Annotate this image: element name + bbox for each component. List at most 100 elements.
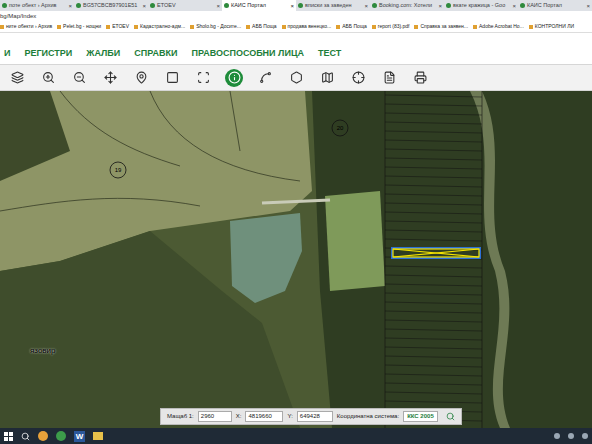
bookmark-icon [0,25,4,29]
menu-item[interactable]: РЕГИСТРИ [24,49,72,58]
toolbar-button[interactable] [287,69,305,87]
menu-item[interactable]: ТЕСТ [318,49,341,58]
search-icon[interactable] [21,432,30,441]
toolbar-button[interactable] [101,69,119,87]
tray-icon[interactable] [582,433,588,439]
toolbar-button[interactable] [132,69,150,87]
browser-tab[interactable]: вкате кражица - Goo× [444,0,518,11]
tab-close[interactable]: × [586,3,590,9]
bookmark[interactable]: ните обекти › Архив [0,24,52,29]
toolbar-button[interactable] [8,69,26,87]
chrome-icon[interactable] [56,431,66,441]
tab-close[interactable]: × [216,3,220,9]
layers-icon [11,71,24,84]
coordinate-bar: Мащаб 1:2960X:4819660Y:649428Координатна… [160,408,462,425]
bookmark-icon [190,25,194,29]
toolbar-button[interactable] [349,69,367,87]
bookmark[interactable]: Кадастрално-адм... [134,24,185,29]
toolbar-button[interactable] [70,69,88,87]
favicon-icon [372,3,377,8]
bookmark-icon [134,25,138,29]
tray-icon[interactable] [568,433,574,439]
bookmark-icon [106,25,110,29]
bookmark[interactable]: Справка за заявен... [414,24,468,29]
bookmark[interactable]: АББ Поща [246,24,277,29]
toolbar-button[interactable] [318,69,336,87]
note-icon [383,71,396,84]
tab-close[interactable]: × [364,3,368,9]
browser-tab[interactable]: BG57CBCB97901E51× [74,0,148,11]
toolbar-button[interactable] [194,69,212,87]
info-icon [228,71,241,84]
taskbar: W [0,428,592,444]
bookmark[interactable]: Sholo.bg - Досите... [190,24,241,29]
bookmark[interactable]: Pelet.bg - нощни [57,24,101,29]
toolbar-button[interactable] [380,69,398,87]
main-menu: И РЕГИСТРИ ЖАЛБИ СПРАВКИ ПРАВОСПОСОБНИ ЛИЦА Т… [0,33,592,64]
zoom-out-icon [73,71,86,84]
map-icon [321,71,334,84]
bookmark-icon [473,25,477,29]
parcel-label: 20 [333,120,347,136]
x-field[interactable]: 4819660 [245,411,283,422]
browser-icon[interactable] [38,431,48,441]
browser-tab[interactable]: Booking.com: Хотели× [370,0,444,11]
map-toolbar [0,64,592,91]
toolbar-button[interactable] [39,69,57,87]
browser-tab[interactable]: КАИС Портал× [518,0,592,11]
browser-tab[interactable]: ETOEV× [148,0,222,11]
folder-icon[interactable] [93,432,103,440]
browser-tab[interactable]: поте обект › Архив× [0,0,74,11]
browser-tab[interactable]: КАИС Портал× [222,0,296,11]
tab-close[interactable]: × [68,3,72,9]
toolbar-button[interactable] [225,69,243,87]
word-icon[interactable]: W [74,431,85,442]
tab-close[interactable]: × [438,3,442,9]
address-bar[interactable]: bg/Map/Index [0,11,592,21]
select-rect-icon [166,71,179,84]
search-icon[interactable] [446,412,455,421]
menu-item[interactable]: СПРАВКИ [134,49,177,58]
system-select[interactable]: ККС 2005 [403,411,438,422]
favicon-icon [446,3,451,8]
menu-item[interactable]: ЖАЛБИ [86,49,120,58]
bookmark[interactable]: АББ Поща [336,24,367,29]
toolbar-button[interactable] [163,69,181,87]
parcel-label: 19 [111,162,125,178]
tab-label: ETOEV [157,3,214,9]
scale-field[interactable]: 2960 [198,411,232,422]
tab-label: вкате кражица - Goo [453,3,510,9]
bookmark[interactable]: ETOEV [106,24,129,29]
bookmark-icon [372,25,376,29]
bookmark[interactable]: Adobe Acrobat Ho... [473,24,524,29]
tab-close[interactable]: × [142,3,146,9]
windows-icon[interactable] [4,432,13,441]
polygon-icon [290,71,303,84]
tray-icon[interactable] [554,433,560,439]
tab-label: КАИС Портал [231,3,288,9]
y-field[interactable]: 649428 [297,411,333,422]
select-area-icon [197,71,210,84]
tab-close[interactable]: × [512,3,516,9]
bookmark-icon [57,25,61,29]
favicon-icon [2,3,7,8]
bookmark[interactable]: КОНТРОЛНИ ЛИ [529,24,574,29]
bookmark[interactable]: report (83).pdf [372,24,410,29]
bookmark-icon [246,25,250,29]
favicon-icon [76,3,81,8]
favicon-icon [298,3,303,8]
menu-item[interactable]: И [4,49,10,58]
map-view[interactable]: 1920язовирМащаб 1:2960X:4819660Y:649428К… [0,91,592,428]
toolbar-button[interactable] [411,69,429,87]
bookmark-icon [414,25,418,29]
printer-icon [414,71,427,84]
bookmark-icon [336,25,340,29]
toolbar-button[interactable] [256,69,274,87]
tab-bar: поте обект › Архив×BG57CBCB97901E51×ETOE… [0,0,592,11]
menu-item[interactable]: ПРАВОСПОСОБНИ ЛИЦА [191,49,304,58]
browser-tab[interactable]: вписки за заведен× [296,0,370,11]
satellite-imagery [0,91,592,428]
tab-close[interactable]: × [290,3,294,9]
bookmark[interactable]: продава венецко... [282,24,332,29]
marker-icon [135,71,148,84]
